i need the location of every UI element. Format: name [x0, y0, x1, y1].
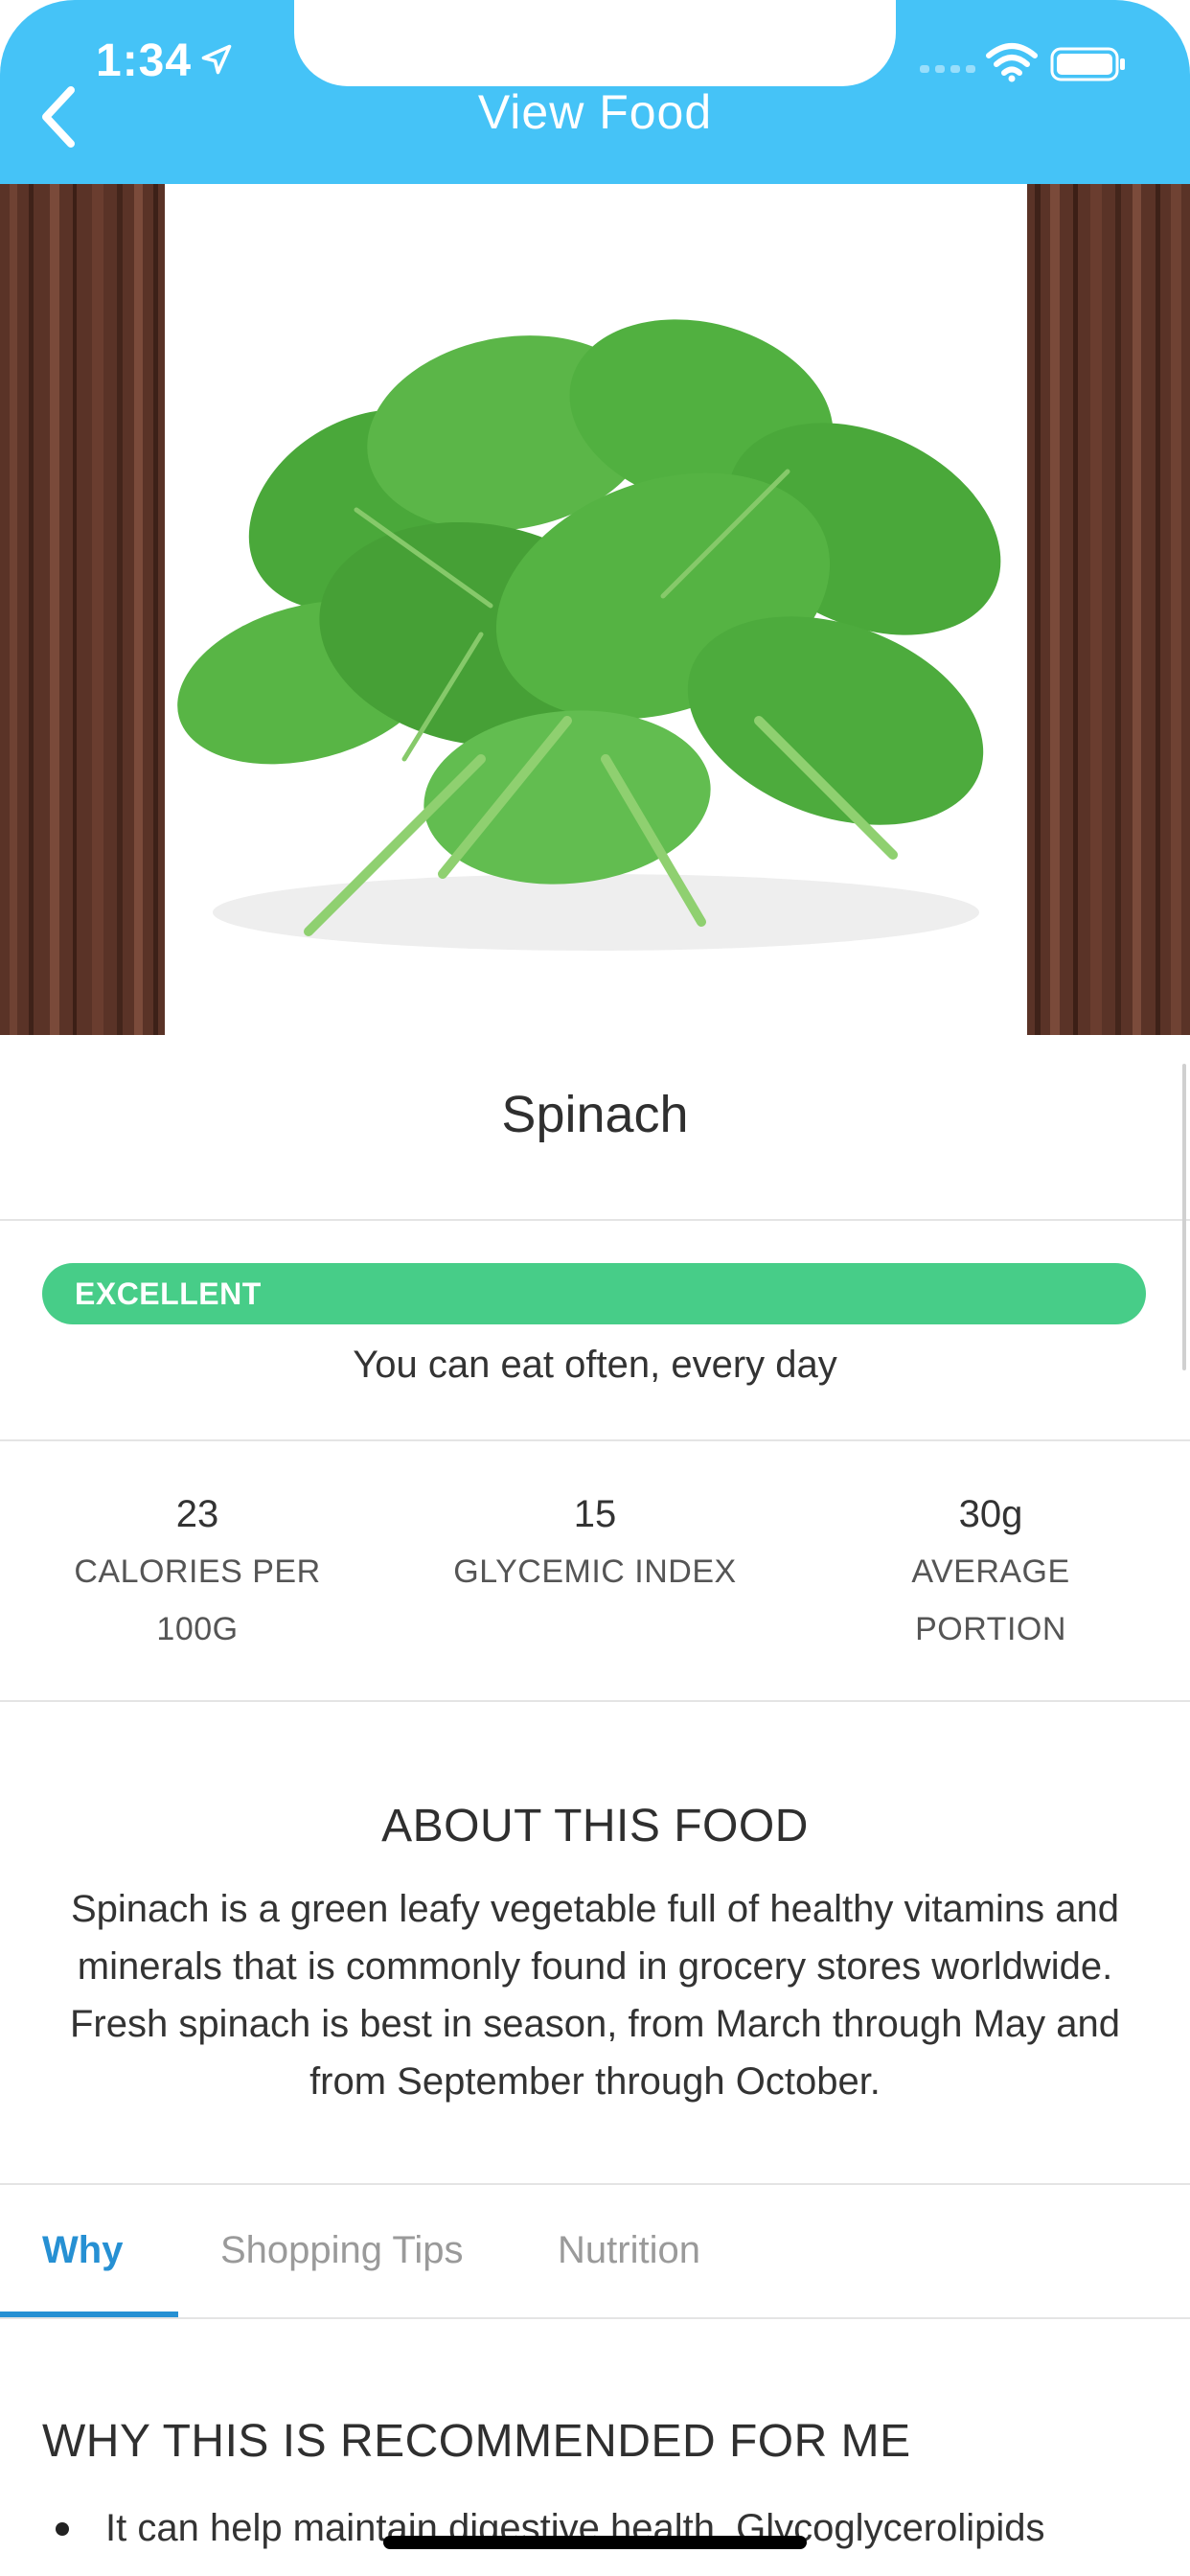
tab-bar: Why Shopping Tips Nutrition [0, 2187, 1190, 2321]
bullet-icon [56, 2522, 69, 2536]
about-text: Spinach is a green leafy vegetable full … [69, 1888, 1121, 2103]
rating-badge: EXCELLENT [42, 1263, 1146, 1324]
stat-label: AVERAGE [911, 1553, 1070, 1590]
section-title: WHY THIS IS RECOMMENDED FOR ME [42, 2416, 911, 2467]
food-image [0, 184, 1190, 1035]
divider [0, 1700, 1190, 1702]
section-title: ABOUT THIS FOOD [381, 1801, 809, 1852]
stat-value: 30g [958, 1493, 1023, 1535]
food-name: Spinach [501, 1086, 689, 1143]
stat-label: GLYCEMIC INDEX [453, 1553, 737, 1590]
divider [0, 1219, 1190, 1221]
stat-value: 23 [175, 1493, 219, 1535]
device-notch [294, 0, 896, 86]
stat-glycemic-index: 15 GLYCEMIC INDEX [423, 1485, 767, 1600]
divider [0, 1439, 1190, 1441]
page-title: View Food [477, 85, 713, 139]
wifi-icon [986, 43, 1038, 82]
tab-why[interactable]: Why [42, 2229, 123, 2272]
stat-value: 15 [573, 1493, 617, 1535]
rating-label: EXCELLENT [75, 1276, 262, 1311]
battery-icon [1050, 47, 1125, 81]
stat-average-portion: 30g AVERAGE PORTION [818, 1485, 1163, 1658]
stat-label: CALORIES PER [74, 1553, 321, 1590]
scrollbar[interactable] [1182, 1064, 1186, 1370]
stat-label: PORTION [915, 1611, 1066, 1647]
header-bar: 1:34 View Food [0, 0, 1190, 184]
stat-label: 100G [156, 1611, 239, 1647]
tab-shopping-tips[interactable]: Shopping Tips [220, 2229, 464, 2272]
cellular-signal-icon [920, 65, 975, 73]
divider [0, 2183, 1190, 2185]
divider [0, 2317, 1190, 2319]
location-arrow-icon [201, 44, 232, 75]
wood-background [1027, 184, 1190, 1035]
spinach-photo [165, 184, 1027, 1035]
tab-nutrition[interactable]: Nutrition [558, 2229, 700, 2272]
wood-background [0, 184, 165, 1035]
rating-description: You can eat often, every day [353, 1344, 837, 1386]
status-time: 1:34 [96, 35, 193, 86]
stat-calories: 23 CALORIES PER 100G [25, 1485, 370, 1658]
home-indicator[interactable] [383, 2536, 807, 2549]
